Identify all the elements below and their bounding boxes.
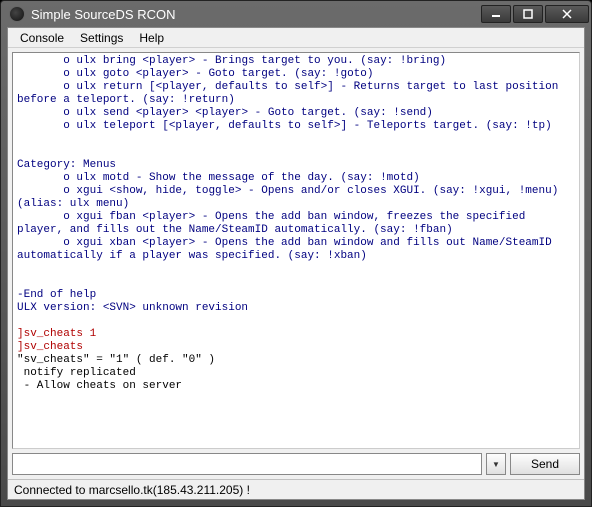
app-window: Simple SourceDS RCON Console Settings He…: [0, 0, 592, 507]
console-line: o xgui xban <player> - Opens the add ban…: [17, 237, 575, 263]
console-line: o xgui fban <player> - Opens the add ban…: [17, 211, 575, 237]
console-line: [17, 263, 575, 276]
console-line: [17, 146, 575, 159]
status-text: Connected to marcsello.tk(185.43.211.205…: [14, 483, 250, 497]
history-dropdown-button[interactable]: ▼: [486, 453, 506, 475]
window-controls: [481, 5, 589, 23]
console-line: [17, 276, 575, 289]
titlebar[interactable]: Simple SourceDS RCON: [1, 1, 591, 27]
console-line: o ulx bring <player> - Brings target to …: [17, 55, 575, 68]
console-line: [17, 393, 575, 406]
console-line: o ulx teleport [<player, defaults to sel…: [17, 120, 575, 133]
window-title: Simple SourceDS RCON: [31, 7, 481, 22]
console-line: [17, 133, 575, 146]
command-input[interactable]: [12, 453, 482, 475]
console-output[interactable]: o ulx bring <player> - Brings target to …: [12, 52, 580, 449]
console-line: o ulx goto <player> - Goto target. (say:…: [17, 68, 575, 81]
console-line: ]sv_cheats: [17, 341, 575, 354]
minimize-button[interactable]: [481, 5, 511, 23]
console-line: "sv_cheats" = "1" ( def. "0" ): [17, 354, 575, 367]
menubar: Console Settings Help: [8, 28, 584, 48]
chevron-down-icon: ▼: [492, 460, 500, 469]
maximize-button[interactable]: [513, 5, 543, 23]
client-area: Console Settings Help o ulx bring <playe…: [7, 27, 585, 500]
console-line: - Allow cheats on server: [17, 380, 575, 393]
console-line: o ulx return [<player, defaults to self>…: [17, 81, 575, 107]
close-button[interactable]: [545, 5, 589, 23]
console-line: [17, 315, 575, 328]
console-line: ]sv_cheats 1: [17, 328, 575, 341]
console-area: o ulx bring <player> - Brings target to …: [8, 48, 584, 479]
menu-help[interactable]: Help: [131, 29, 172, 47]
menu-console[interactable]: Console: [12, 29, 72, 47]
menu-settings[interactable]: Settings: [72, 29, 131, 47]
console-line: -End of help: [17, 289, 575, 302]
statusbar: Connected to marcsello.tk(185.43.211.205…: [8, 479, 584, 499]
send-button[interactable]: Send: [510, 453, 580, 475]
console-line: notify replicated: [17, 367, 575, 380]
console-line: o ulx send <player> <player> - Goto targ…: [17, 107, 575, 120]
console-line: ULX version: <SVN> unknown revision: [17, 302, 575, 315]
console-line: o xgui <show, hide, toggle> - Opens and/…: [17, 185, 575, 211]
console-line: o ulx motd - Show the message of the day…: [17, 172, 575, 185]
console-line: Category: Menus: [17, 159, 575, 172]
input-row: ▼ Send: [12, 453, 580, 475]
app-icon: [9, 6, 25, 22]
